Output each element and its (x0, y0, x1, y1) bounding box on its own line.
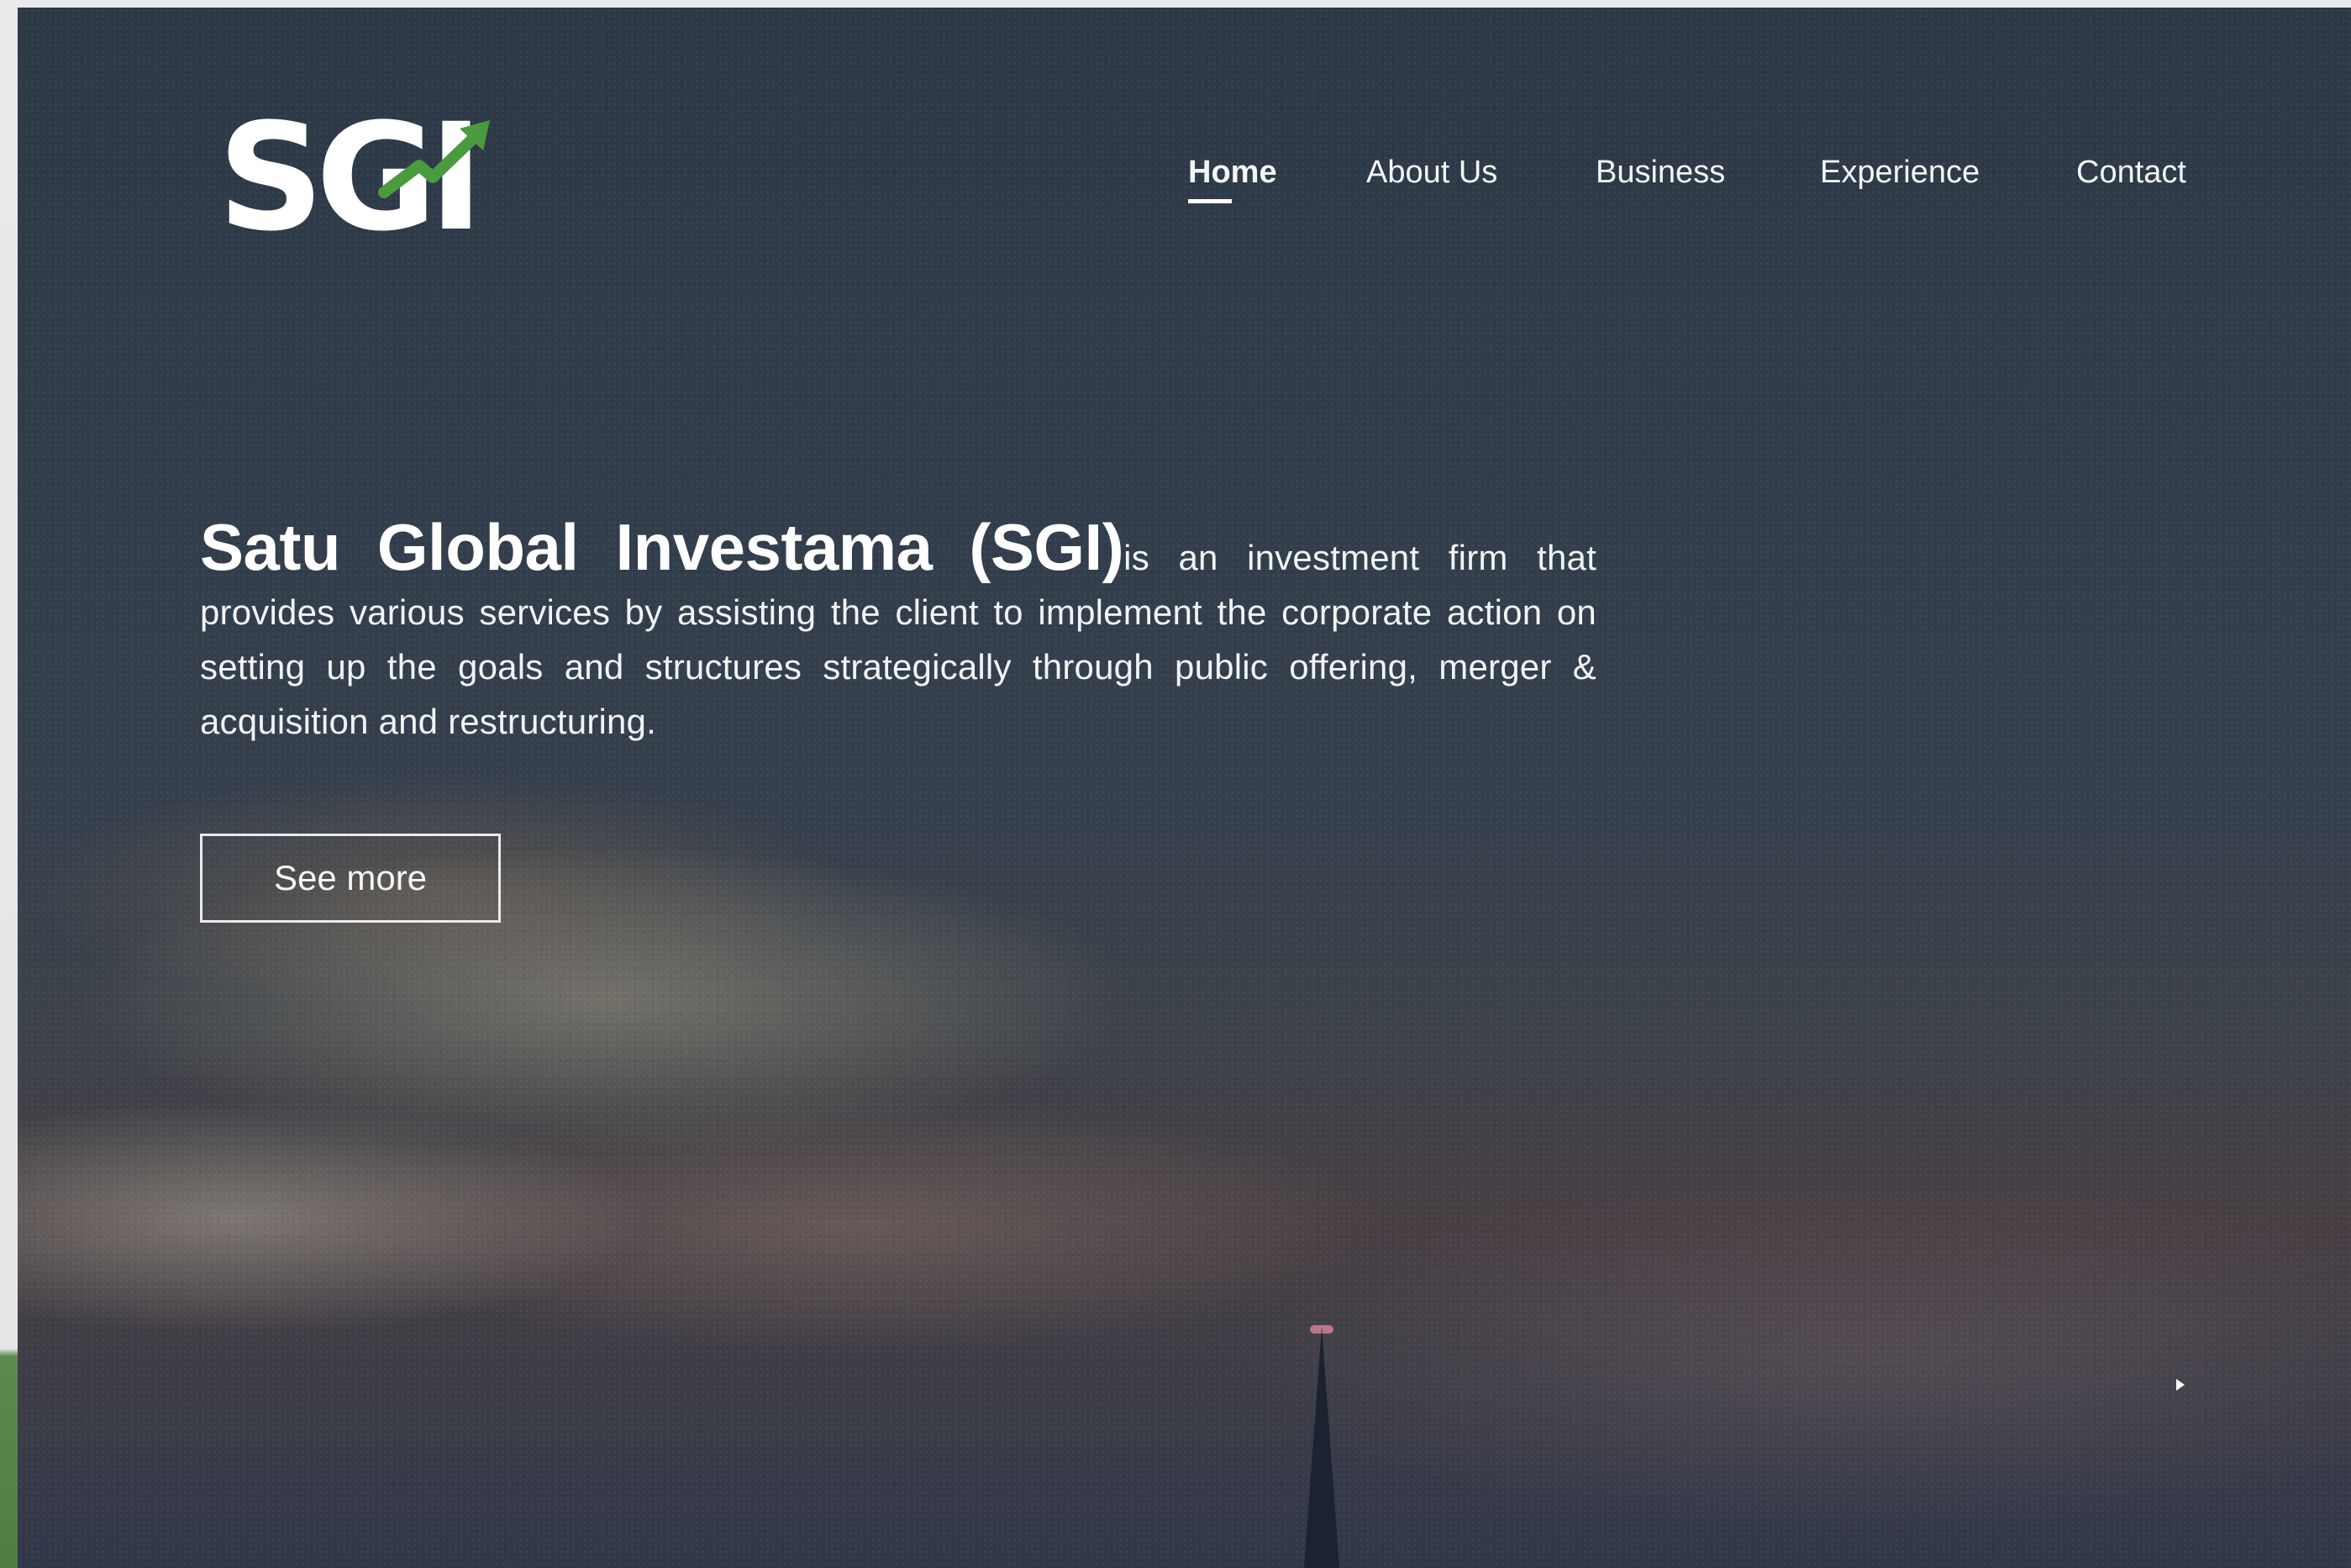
nav-about-us[interactable]: About Us (1366, 150, 1497, 194)
active-nav-indicator (1188, 199, 1232, 203)
main-nav: Home About Us Business Experience Contac… (18, 150, 2351, 201)
tower-silhouette (1303, 1327, 1340, 1568)
window-left-edge (0, 0, 18, 1568)
nav-home[interactable]: Home (1188, 150, 1277, 194)
nav-experience[interactable]: Experience (1820, 150, 1980, 194)
hero-content: Satu Global Investama (SGI)is an investm… (200, 514, 1596, 749)
nav-contact[interactable]: Contact (2076, 150, 2186, 194)
hero-section: SGI Home About Us Business Experience Co… (18, 8, 2351, 1568)
window-top-edge (0, 0, 2351, 8)
browser-frame: SGI Home About Us Business Experience Co… (0, 0, 2351, 1568)
see-more-button[interactable]: See more (200, 834, 501, 923)
hero-paragraph: Satu Global Investama (SGI)is an investm… (200, 514, 1596, 749)
nav-business[interactable]: Business (1596, 150, 1725, 194)
hero-title: Satu Global Investama (SGI) (200, 510, 1124, 584)
